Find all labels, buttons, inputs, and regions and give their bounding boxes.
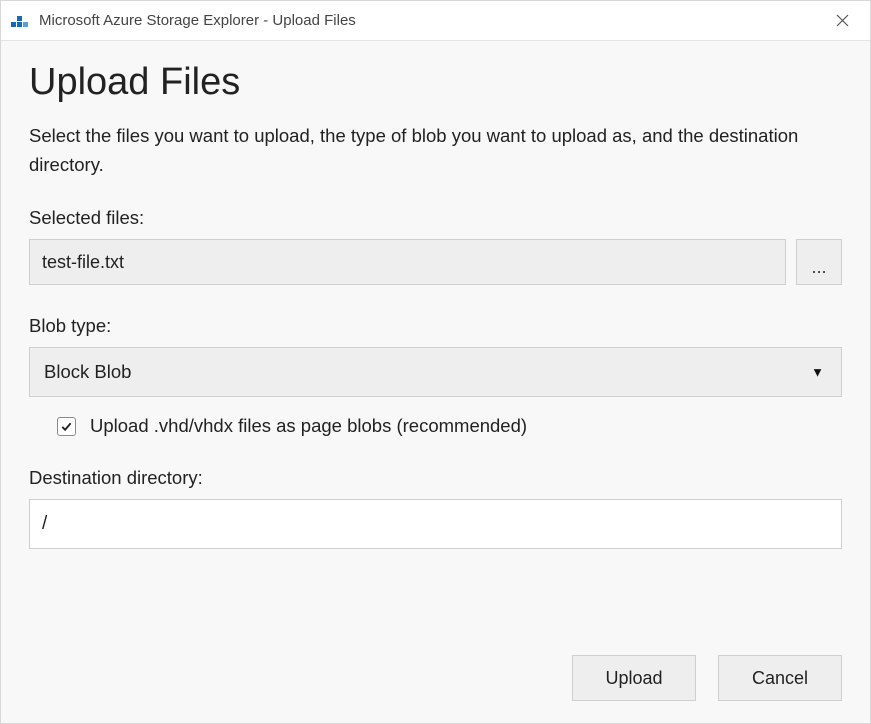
selected-files-label: Selected files: <box>29 207 842 229</box>
page-description: Select the files you want to upload, the… <box>29 122 842 179</box>
selected-files-group: Selected files: test-file.txt ... <box>29 207 842 285</box>
vhd-checkbox[interactable] <box>57 417 76 436</box>
window-title: Microsoft Azure Storage Explorer - Uploa… <box>39 12 822 29</box>
blob-type-label: Blob type: <box>29 315 842 337</box>
blob-type-select[interactable]: Block Blob <box>29 347 842 397</box>
upload-button[interactable]: Upload <box>572 655 696 701</box>
titlebar: Microsoft Azure Storage Explorer - Uploa… <box>1 1 870 41</box>
browse-files-button[interactable]: ... <box>796 239 842 285</box>
vhd-page-blob-option[interactable]: Upload .vhd/vhdx files as page blobs (re… <box>29 415 842 437</box>
destination-label: Destination directory: <box>29 467 842 489</box>
dialog-window: Microsoft Azure Storage Explorer - Uploa… <box>0 0 871 724</box>
selected-files-display: test-file.txt <box>29 239 786 285</box>
close-icon <box>836 14 849 27</box>
checkmark-icon <box>60 420 73 433</box>
destination-input[interactable] <box>29 499 842 549</box>
azure-storage-explorer-icon <box>11 12 29 30</box>
dialog-footer: Upload Cancel <box>29 635 842 701</box>
close-button[interactable] <box>822 1 862 40</box>
vhd-checkbox-label: Upload .vhd/vhdx files as page blobs (re… <box>90 415 527 437</box>
destination-group: Destination directory: <box>29 467 842 549</box>
blob-type-group: Blob type: Block Blob ▼ Upload .vhd/vhdx… <box>29 315 842 437</box>
cancel-button[interactable]: Cancel <box>718 655 842 701</box>
page-title: Upload Files <box>29 61 842 104</box>
dialog-body: Upload Files Select the files you want t… <box>1 41 870 723</box>
